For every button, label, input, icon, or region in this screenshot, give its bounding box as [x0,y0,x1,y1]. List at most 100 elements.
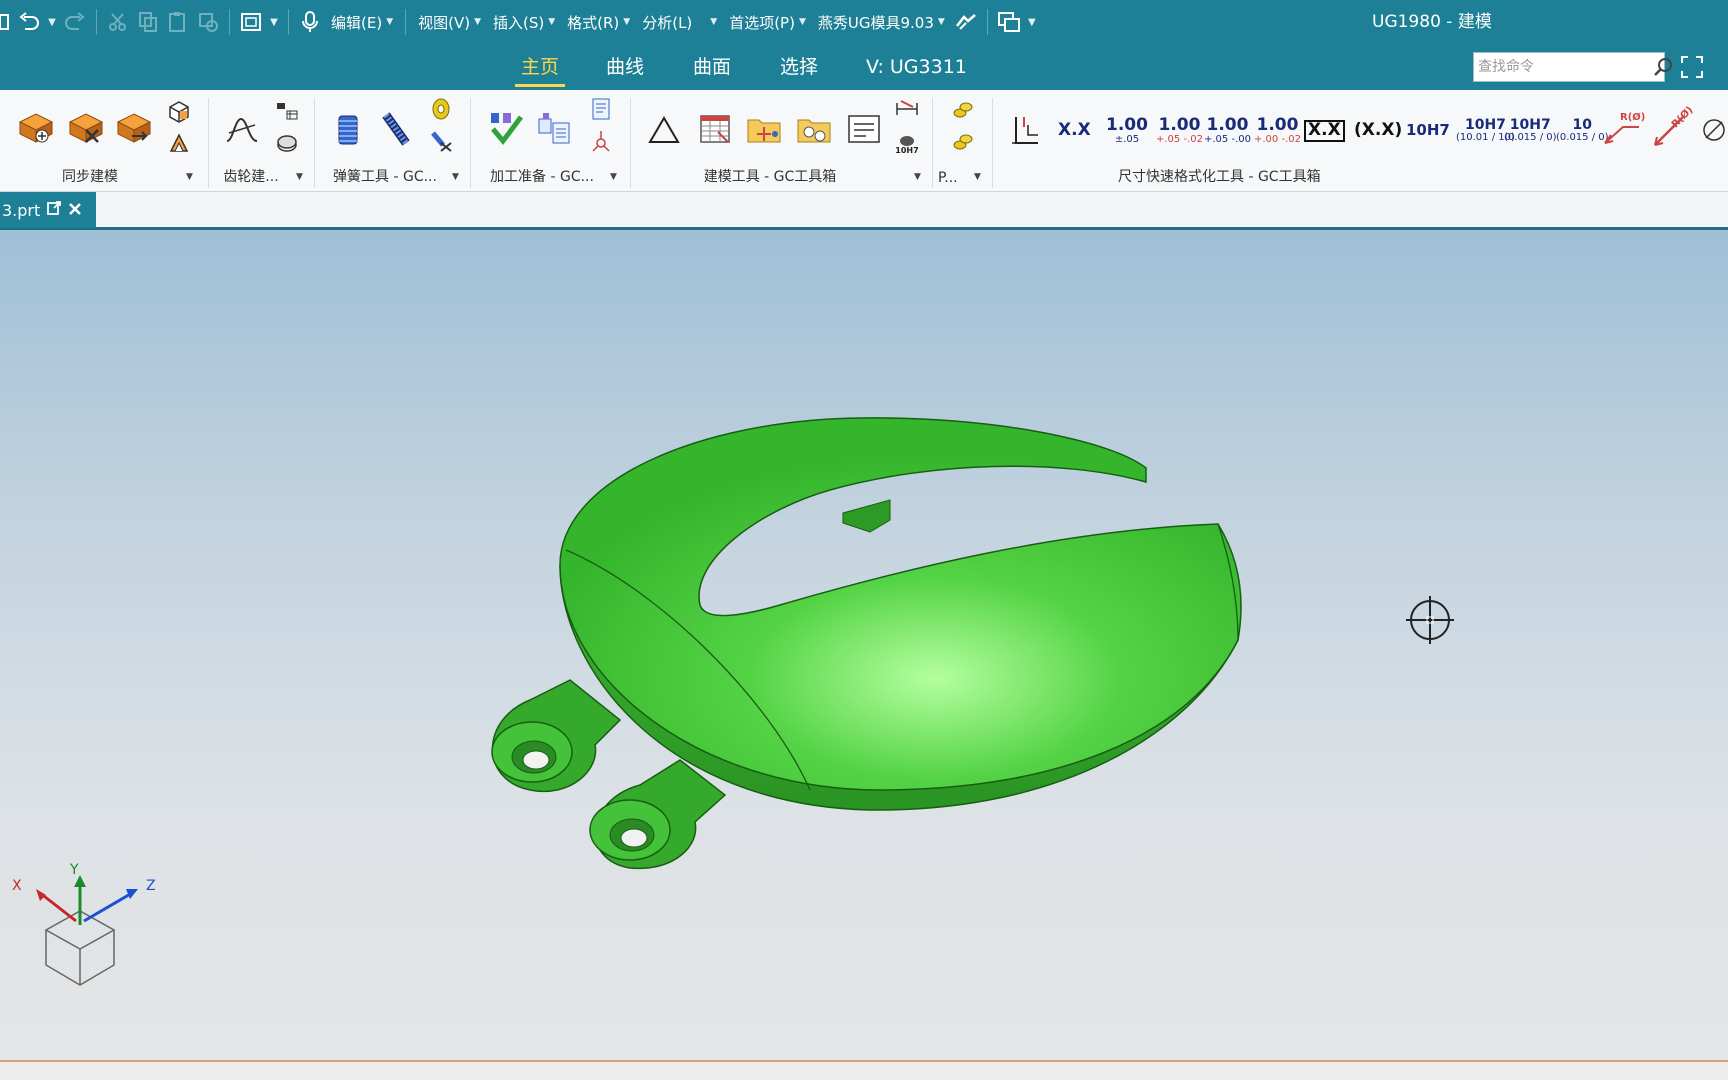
format-plus00-minus02-button[interactable]: 1.00 +.00 -.02 [1254,108,1301,154]
fullscreen-icon[interactable] [1680,55,1704,79]
search-icon[interactable] [1652,53,1674,81]
window-switch-icon[interactable] [994,0,1024,44]
format-plus05-minus00-button[interactable]: 1.00 +.05 -.00 [1204,108,1251,154]
group-machining-preparation: 加工准备 - GC... ▼ [472,90,626,192]
gear-curve-icon[interactable] [222,110,262,150]
popout-icon[interactable] [46,200,62,220]
menu-label: 格式(R) [567,13,620,32]
menu-yanxiu-mold[interactable]: 燕秀UG模具9.03 ▼ [812,12,951,33]
dim-main-text: 10H7 [1464,117,1506,134]
format-boxed-xx-button[interactable]: X.X [1304,108,1345,154]
triangle-icon[interactable] [646,112,682,148]
extension-spring-icon[interactable] [378,108,414,150]
delete-face-icon[interactable] [66,108,106,148]
green-part-model[interactable] [491,417,1242,870]
group-expand-icon[interactable]: ▼ [186,172,193,182]
chevron-down-icon: ▼ [710,17,718,27]
group-label: 加工准备 - GC... [490,169,594,185]
machining-template-icon[interactable] [534,108,574,148]
menu-label: 插入(S) [493,13,545,32]
undo-dropdown-icon[interactable]: ▼ [44,17,60,28]
check-model-icon[interactable] [486,108,526,148]
format-plus05-minus02-button[interactable]: 1.00 +.05 -.02 [1156,108,1203,154]
dim-sub-text: (0.015 / 0) [1504,132,1557,144]
window-title: UG1980 - 建模 [1372,12,1492,32]
group-label: 弹簧工具 - GC... [333,169,437,185]
redo-icon[interactable] [60,0,90,44]
menu-label: 分析(L) [642,13,693,32]
radius-leader-icon[interactable]: R(Ø) [1600,110,1645,150]
tab-selection[interactable]: 选择 [780,44,818,90]
command-search-input[interactable] [1474,53,1652,81]
format-fit-deviation-button[interactable]: 10H7 (0.015 / 0) [1504,108,1557,154]
diameter-icon[interactable] [1700,112,1728,148]
format-plusminus-05-button[interactable]: 1.00 ±.05 [1106,108,1148,154]
crosshair-cursor-icon [1406,596,1454,644]
copy-icon[interactable] [133,0,163,44]
group-expand-icon[interactable]: ▼ [610,172,617,182]
menu-insert[interactable]: 插入(S) ▼ [487,12,561,33]
microphone-icon[interactable] [295,0,325,44]
menu-view[interactable]: 视图(V) ▼ [412,12,487,33]
divider [992,98,993,188]
status-bar [0,1060,1728,1080]
format-fit-10h7-button[interactable]: 10H7 [1406,108,1450,154]
paste-icon[interactable] [163,0,193,44]
menu-preferences[interactable]: 首选项(P) ▼ [723,12,812,33]
tab-version-ug3311[interactable]: V: UG3311 [866,44,967,90]
group-expand-icon[interactable]: ▼ [974,172,981,182]
move-face-icon[interactable] [16,108,56,148]
tab-home[interactable]: 主页 [514,44,566,90]
close-icon[interactable] [68,201,82,220]
divider [986,9,988,35]
delete-spring-icon[interactable] [428,128,454,154]
chevron-down-icon: ▼ [474,17,481,27]
group-expand-icon[interactable]: ▼ [296,172,303,182]
menu-format[interactable]: 格式(R) ▼ [561,12,636,33]
menu-analysis[interactable]: 分析(L) ▼ [636,12,723,33]
window-switch-dropdown-icon[interactable]: ▼ [1024,17,1040,28]
group-folder-icon[interactable] [794,110,834,148]
format-xx-button[interactable]: X.X [1058,108,1091,154]
cut-icon[interactable] [103,0,133,44]
group-label: 同步建模 [62,169,118,185]
save-icon[interactable] [0,0,14,44]
dimension-style-icon[interactable] [1008,112,1042,150]
note-icon[interactable] [844,110,884,148]
gear-solid-icon[interactable] [274,130,300,156]
add-folder-icon[interactable] [744,110,784,148]
coordinate-icon[interactable] [588,128,614,154]
duplicate-icon[interactable] [193,0,223,44]
document-tab[interactable]: 3.prt [0,192,96,228]
tab-curve[interactable]: 曲线 [606,44,644,90]
view-triad[interactable] [36,875,138,986]
radius-diagonal-icon[interactable]: R(Ø) [1648,105,1696,150]
resize-blend-icon[interactable] [166,130,192,156]
menu-label: 编辑(E) [331,13,383,32]
tab-surface[interactable]: 曲面 [693,44,731,90]
disc-spring-icon[interactable] [428,96,454,122]
report-icon[interactable] [588,96,614,122]
offset-region-icon[interactable] [166,98,192,124]
window-dropdown-icon[interactable]: ▼ [266,17,282,28]
dim-main-text: 1.00 [1256,114,1299,135]
undo-icon[interactable] [14,0,44,44]
window-fit-icon[interactable] [236,0,266,44]
group-expand-icon[interactable]: ▼ [452,172,459,182]
model-canvas[interactable] [0,230,1728,1060]
replace-face-icon[interactable] [114,108,154,148]
touch-mode-icon[interactable] [951,0,981,44]
dimension-tool-icon[interactable] [894,96,920,122]
group-expand-icon[interactable]: ▼ [914,172,921,182]
gear-table-icon[interactable] [274,98,300,124]
command-search-box[interactable] [1473,52,1672,82]
compression-spring-icon[interactable] [330,110,366,150]
format-reference-xx-button[interactable]: (X.X) [1354,108,1402,154]
table-tool-icon[interactable] [696,110,734,148]
coin-stack-2-icon[interactable] [950,128,976,154]
divider [96,9,97,35]
menu-edit[interactable]: 编辑(E) ▼ [325,12,399,33]
graphics-viewport[interactable]: X Y Z [0,230,1728,1060]
coin-stack-icon[interactable] [950,96,976,122]
document-tab-label: 3.prt [2,200,41,220]
